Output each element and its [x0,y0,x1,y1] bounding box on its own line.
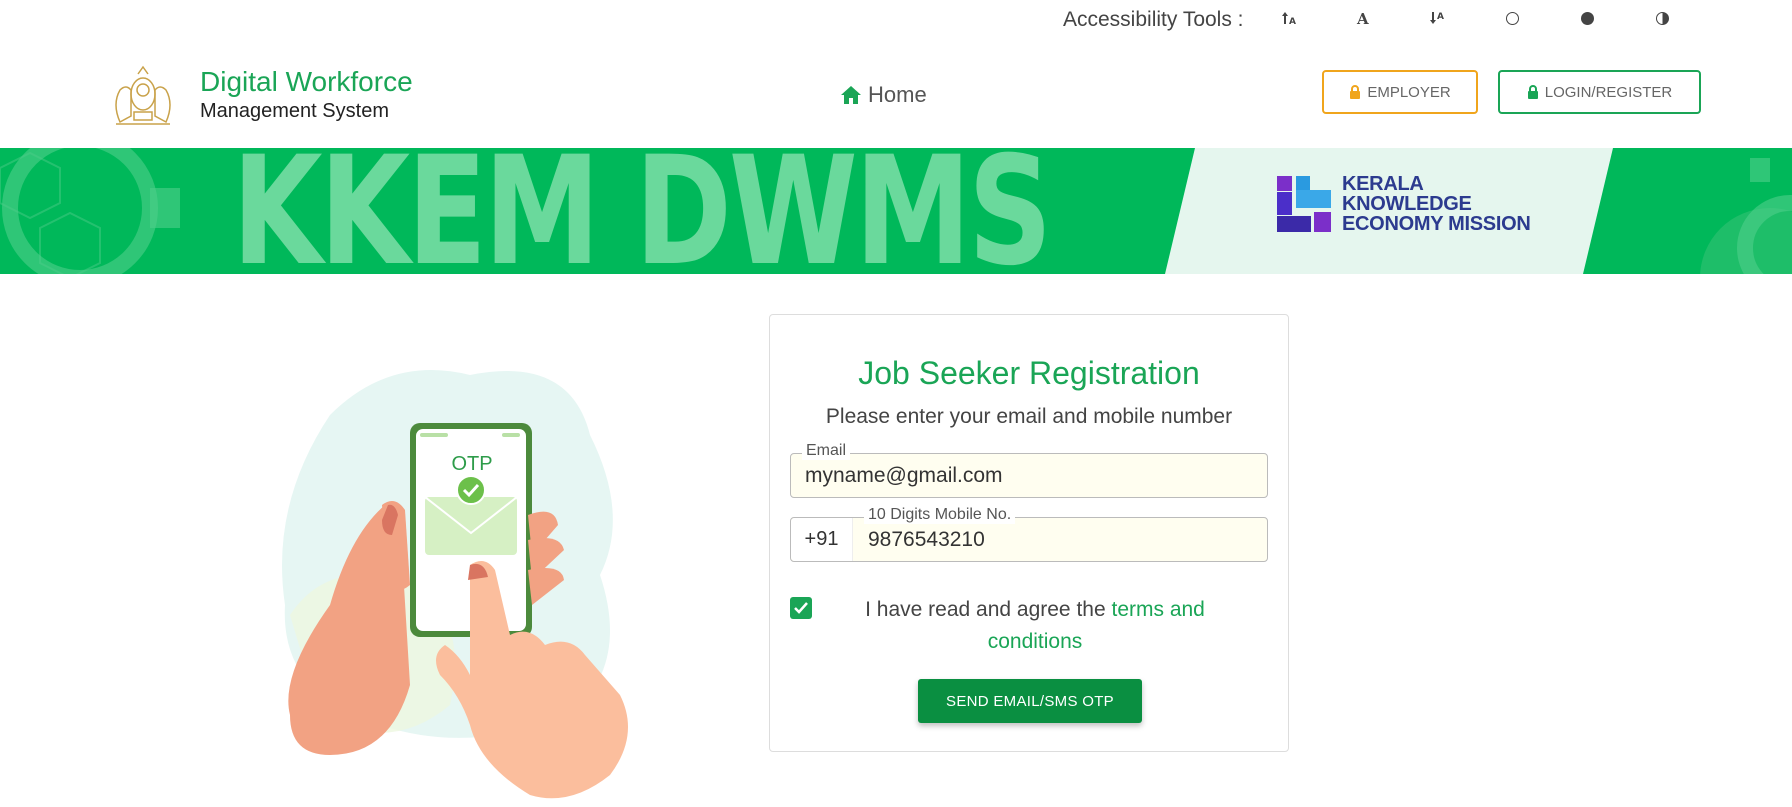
dark-mode-icon[interactable] [1573,6,1601,30]
svg-text:A: A [1289,17,1296,26]
brand-title: Digital Workforce [200,66,413,97]
gear-decoration-right [1700,158,1792,274]
home-icon [841,86,861,104]
svg-text:A: A [1437,12,1444,22]
kkem-wordmark: KERALA KNOWLEDGE ECONOMY MISSION [1342,174,1531,234]
nav-home-link[interactable]: Home [840,82,927,108]
login-register-button[interactable]: LOGIN/REGISTER [1498,70,1701,114]
otp-label: OTP [451,453,492,475]
site-header: Digital Workforce Management System Home… [0,40,1792,148]
otp-illustration: OTP [270,355,710,807]
email-field[interactable]: Email [790,442,1268,498]
text-increase-icon[interactable]: A [1275,6,1303,30]
light-mode-icon[interactable] [1498,6,1526,30]
terms-checkbox[interactable] [790,597,812,619]
lock-icon [1527,84,1538,99]
employer-button[interactable]: EMPLOYER [1322,70,1478,114]
contrast-icon[interactable] [1648,6,1676,30]
gear-decoration-left [0,148,180,274]
terms-agreement: I have read and agree the terms and cond… [840,594,1230,658]
agree-text: I have read and agree the [865,598,1112,621]
kerala-emblem-logo [98,64,188,128]
login-register-label: LOGIN/REGISTER [1544,83,1673,101]
mobile-field[interactable]: +91 10 Digits Mobile No. [790,506,1268,562]
accessibility-bar: Accessibility Tools : A A A [0,0,1792,40]
lock-icon [1350,84,1361,99]
kkem-logo [1277,176,1331,232]
text-decrease-icon[interactable]: A [1423,6,1451,30]
kkem-line-3: ECONOMY MISSION [1342,213,1531,235]
svg-text:A: A [1356,10,1369,26]
accessibility-label: Accessibility Tools : [1063,8,1244,31]
email-input[interactable] [805,464,1245,488]
checkmark-icon [794,602,808,614]
brand-subtitle: Management System [200,100,389,122]
employer-button-label: EMPLOYER [1367,83,1451,101]
send-otp-button[interactable]: SEND EMAIL/SMS OTP [918,679,1142,723]
country-code-prefix: +91 [791,518,853,561]
form-subtitle: Please enter your email and mobile numbe… [825,405,1233,428]
kkem-line-2: KNOWLEDGE [1342,193,1472,215]
kkem-line-1: KERALA [1342,173,1424,195]
mobile-input[interactable] [868,528,1248,552]
hero-banner: KKEM DWMS KERALA KNOWLEDGE ECONOMY MISSI… [0,148,1792,274]
form-title: Job Seeker Registration [858,355,1200,391]
registration-card: Job Seeker Registration Please enter you… [769,314,1289,752]
text-normal-icon[interactable]: A [1349,6,1377,30]
nav-home-label: Home [868,82,927,107]
email-label: Email [802,442,851,460]
mobile-label: 10 Digits Mobile No. [864,506,1016,524]
banner-title: KKEM DWMS [232,148,1052,274]
